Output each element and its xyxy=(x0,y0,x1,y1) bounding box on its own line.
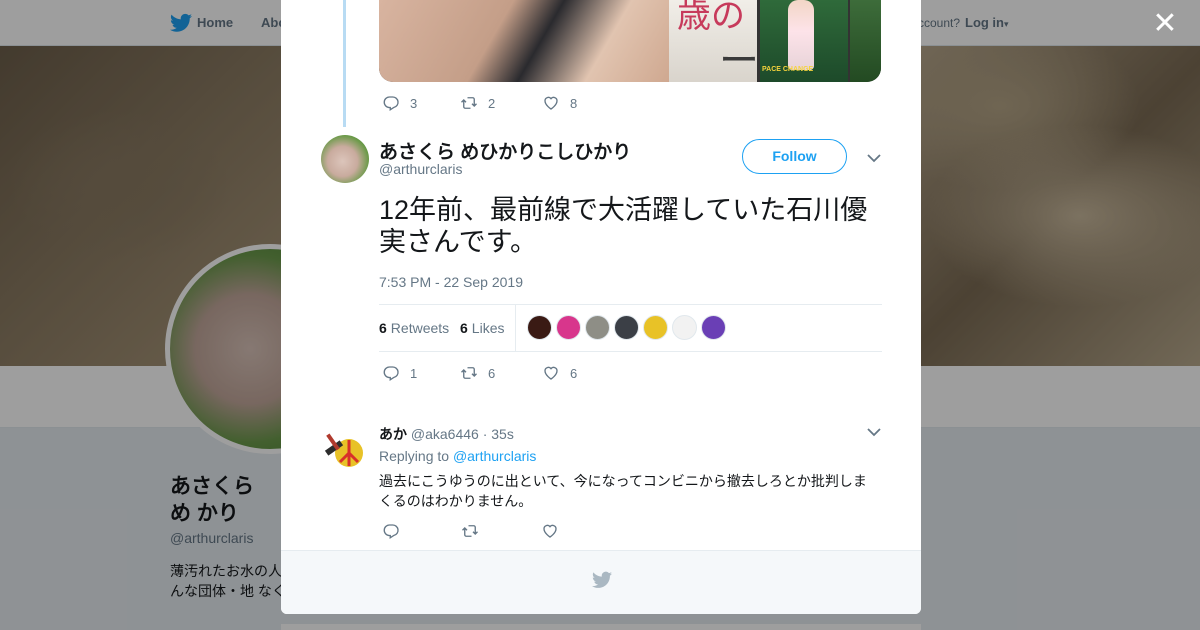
retweet-count: 2 xyxy=(488,95,496,111)
reply-icon xyxy=(383,366,399,381)
reply-text: 過去にこうゆうのに出といて、今になってコンビニから撤去しろとか批判しまくるのはわ… xyxy=(379,473,867,509)
heart-icon xyxy=(544,96,558,110)
liker-avatar[interactable] xyxy=(701,315,726,340)
retweets-label: Retweets xyxy=(390,320,450,336)
reply-author-handle[interactable]: @aka6446 xyxy=(411,426,479,442)
stats-divider xyxy=(515,305,516,352)
liker-avatar[interactable] xyxy=(614,315,639,340)
reply-icon xyxy=(383,96,399,111)
like-button[interactable]: 8 xyxy=(542,94,577,112)
retweet-button[interactable]: 6 xyxy=(460,364,542,382)
peace-logo-icon xyxy=(321,425,369,473)
liker-avatars xyxy=(527,315,730,340)
heart-icon xyxy=(544,366,558,380)
liker-avatar[interactable] xyxy=(585,315,610,340)
tweet-timestamp[interactable]: 7:53 PM - 22 Sep 2019 xyxy=(379,274,523,290)
chevron-down-icon[interactable] xyxy=(867,153,881,163)
liker-avatar[interactable] xyxy=(527,315,552,340)
reply-icon xyxy=(383,524,399,539)
likes-count: 6 xyxy=(460,320,468,336)
prev-tweet-actions: 3 2 8 xyxy=(382,94,577,112)
retweets-count: 6 xyxy=(379,320,387,336)
reply-count: 1 xyxy=(410,365,418,381)
media-figure xyxy=(788,0,814,70)
likes-stat[interactable]: 6 Likes xyxy=(460,320,504,336)
replying-prefix: Replying to xyxy=(379,448,450,464)
chevron-down-icon[interactable] xyxy=(867,427,881,437)
liker-avatar[interactable] xyxy=(672,315,697,340)
retweet-button[interactable]: 2 xyxy=(460,94,542,112)
reply-button[interactable] xyxy=(382,522,461,540)
reply-button[interactable]: 3 xyxy=(382,94,460,112)
retweet-icon xyxy=(461,367,477,379)
media-photo-3[interactable]: PACE CHANGE xyxy=(760,0,848,82)
like-count: 6 xyxy=(570,365,578,381)
reply-avatar[interactable] xyxy=(321,425,369,473)
like-button[interactable]: 6 xyxy=(542,364,577,382)
tweet-media[interactable]: 歳の ーショ PACE CHANGE xyxy=(379,0,881,82)
media-text-side: ーショ xyxy=(719,39,759,82)
liker-avatar[interactable] xyxy=(556,315,581,340)
modal-footer xyxy=(281,550,921,614)
follow-button[interactable]: Follow xyxy=(742,139,847,174)
liker-avatar[interactable] xyxy=(643,315,668,340)
reply-header: あか @aka6446 · 35s xyxy=(379,424,514,444)
twitter-bird-icon xyxy=(592,571,612,588)
retweet-icon xyxy=(461,97,477,109)
tweet-stats: 6 Retweets 6 Likes xyxy=(379,304,882,352)
reply-author-name[interactable]: あか xyxy=(379,426,407,442)
reply-button[interactable]: 1 xyxy=(382,364,460,382)
tweet-text: 12年前、最前線で大活躍していた石川優実さんです。 xyxy=(379,195,868,257)
likes-label: Likes xyxy=(471,320,505,336)
media-photo-2[interactable]: 歳の ーショ xyxy=(669,0,759,82)
media-photo-4[interactable] xyxy=(850,0,881,82)
replying-to: Replying to @arthurclaris xyxy=(379,448,536,464)
reply-time[interactable]: · 35s xyxy=(483,426,514,442)
tweet-modal: 歳の ーショ PACE CHANGE 3 2 8 あさくら めひかりこしひかり … xyxy=(281,0,921,614)
reply-actions xyxy=(382,522,559,540)
author-handle[interactable]: @arthurclaris xyxy=(379,161,462,177)
thread-connector xyxy=(343,0,346,127)
media-caption: PACE CHANGE xyxy=(762,66,814,73)
retweet-button[interactable] xyxy=(461,522,541,540)
heart-icon xyxy=(543,524,557,538)
tweet-actions: 1 6 6 xyxy=(382,364,577,382)
like-button[interactable] xyxy=(541,522,559,540)
like-count: 8 xyxy=(570,95,578,111)
replying-to-link[interactable]: @arthurclaris xyxy=(453,448,536,464)
author-name[interactable]: あさくら めひかりこしひかり xyxy=(379,137,631,164)
retweets-stat[interactable]: 6 Retweets xyxy=(379,320,449,336)
media-photo-1[interactable] xyxy=(379,0,669,82)
close-icon[interactable]: ✕ xyxy=(1150,9,1180,40)
author-avatar[interactable] xyxy=(321,135,369,183)
retweet-count: 6 xyxy=(488,365,496,381)
retweet-icon xyxy=(462,525,478,537)
reply-count: 3 xyxy=(410,95,418,111)
